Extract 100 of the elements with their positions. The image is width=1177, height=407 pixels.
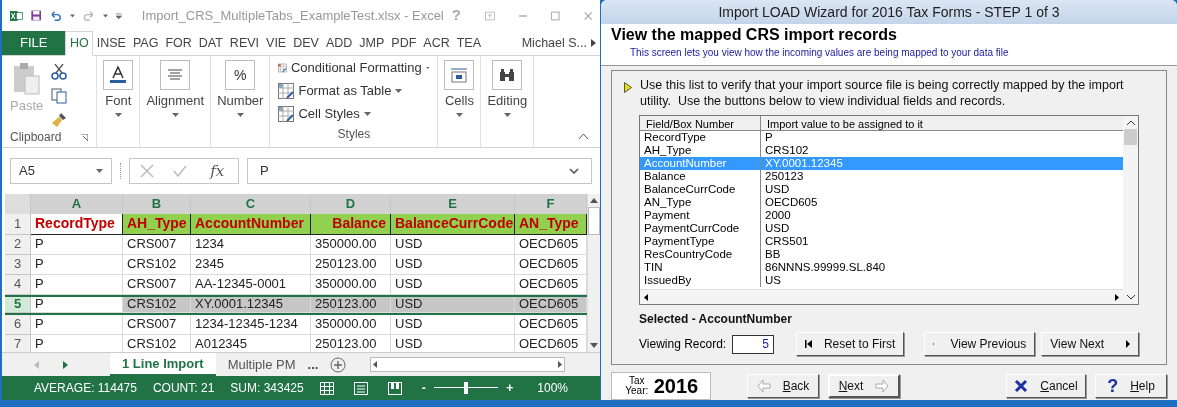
save-icon[interactable] <box>30 8 42 23</box>
page-layout-icon[interactable] <box>353 381 368 395</box>
next-sheet-icon[interactable] <box>63 360 68 369</box>
zoom-in-button[interactable]: + <box>506 379 514 397</box>
column-header[interactable]: F <box>515 194 587 214</box>
ribbon-tab[interactable]: JMP <box>355 31 388 55</box>
reset-button[interactable]: Reset to First <box>795 332 905 356</box>
ribbon-button[interactable]: Number <box>217 94 264 107</box>
list-cell[interactable]: OECD605 <box>761 196 1123 209</box>
ribbon-tab[interactable]: INSE <box>93 31 130 55</box>
ribbon-button[interactable]: Alignment <box>146 94 205 107</box>
account-name[interactable]: Michael S... <box>517 31 591 55</box>
ribbon-tab[interactable]: PDF <box>387 31 420 55</box>
scroll-up-icon[interactable] <box>590 198 598 203</box>
zoom-out-button[interactable]: - <box>421 379 426 397</box>
expand-icon[interactable] <box>569 168 579 174</box>
list-cell[interactable]: CRS102 <box>761 144 1123 157</box>
styles-menu-button[interactable]: Format as Table <box>298 80 392 101</box>
scroll-right-icon[interactable] <box>558 361 563 368</box>
slider-thumb[interactable] <box>464 382 468 394</box>
nav-button[interactable]: Cancel <box>1006 374 1086 398</box>
ribbon-tab[interactable]: VIE <box>262 31 290 55</box>
ribbon-button[interactable]: Font <box>105 94 132 107</box>
name-box[interactable]: A5 <box>10 158 112 184</box>
customize-icon[interactable] <box>116 11 122 20</box>
previous-button[interactable]: View Previous <box>924 332 1036 356</box>
list-cell[interactable]: AN_Type <box>640 196 761 209</box>
collapse-ribbon-icon[interactable] <box>579 134 588 139</box>
list-cell[interactable]: USD <box>761 222 1123 235</box>
scroll-left-icon[interactable] <box>373 361 378 368</box>
column-header[interactable]: B <box>123 194 191 214</box>
list-cell[interactable]: ResCountryCode <box>640 248 761 261</box>
ribbon-tab[interactable]: REVI <box>226 31 263 55</box>
list-cell[interactable]: P <box>761 131 1123 144</box>
list-cell[interactable]: BB <box>761 248 1123 261</box>
row-header[interactable]: 6 <box>5 314 31 335</box>
scroll-right-icon[interactable] <box>1115 293 1119 301</box>
row-header[interactable]: 1 <box>5 213 31 235</box>
row-header[interactable]: 3 <box>5 254 31 275</box>
scroll-thumb[interactable] <box>1124 129 1137 145</box>
row-header[interactable]: 5 <box>5 296 31 313</box>
scissors-icon[interactable] <box>51 64 68 80</box>
check-icon[interactable] <box>173 165 187 177</box>
dialog-launcher-icon[interactable] <box>81 133 89 141</box>
function-icon[interactable]: fx <box>206 163 229 179</box>
ribbon-tab[interactable]: ADD <box>322 31 356 55</box>
ribbon-button[interactable]: Editing <box>487 94 528 107</box>
add-sheet-icon[interactable] <box>330 356 347 373</box>
column-header[interactable]: A <box>31 194 123 214</box>
ribbon-button[interactable]: Cells <box>445 94 474 107</box>
styles-menu-button[interactable]: Cell Styles <box>298 103 360 124</box>
ribbon-tab[interactable]: TEA <box>453 31 485 55</box>
row-header[interactable]: 2 <box>5 234 31 255</box>
ribbon-tab[interactable]: DAT <box>195 31 227 55</box>
list-cell[interactable]: CRS501 <box>761 235 1123 248</box>
list-cell[interactable]: PaymentCurrCode <box>640 222 761 235</box>
ribbon-tab[interactable]: PAG <box>129 31 162 55</box>
column-header[interactable]: D <box>311 194 391 214</box>
file-tab[interactable]: FILE <box>2 31 66 55</box>
horizontal-scrollbar[interactable] <box>370 357 566 372</box>
horizontal-scrollbar[interactable] <box>640 289 1123 304</box>
nav-button[interactable]: Next <box>828 374 900 398</box>
vertical-scrollbar[interactable] <box>587 194 600 352</box>
list-cell[interactable]: 86NNNS.99999.SL.840 <box>761 261 1123 274</box>
page-break-icon[interactable] <box>387 381 402 395</box>
list-cell[interactable]: PaymentType <box>640 235 761 248</box>
normal-view-icon[interactable] <box>319 381 334 395</box>
brush-icon[interactable] <box>51 112 68 128</box>
column-header[interactable]: Import value to be assigned to it <box>761 116 1123 130</box>
sheet-tab[interactable]: 1 Line Import <box>110 353 216 376</box>
list-cell[interactable]: Balance <box>640 170 761 183</box>
vertical-scrollbar[interactable] <box>1123 116 1138 304</box>
list-cell[interactable]: 2000 <box>761 209 1123 222</box>
ribbon-tab[interactable]: FOR <box>161 31 196 55</box>
record-number-field[interactable]: 5 <box>732 334 774 354</box>
column-header[interactable]: Field/Box Number <box>640 116 761 130</box>
row-header[interactable]: 4 <box>5 274 31 295</box>
sheet-tab[interactable]: Multiple PM <box>215 353 308 376</box>
list-cell[interactable]: BalanceCurrCode <box>640 183 761 196</box>
list-cell[interactable]: 250123 <box>761 170 1123 183</box>
scroll-right-icon[interactable] <box>591 39 596 47</box>
copy-icon[interactable] <box>51 88 68 104</box>
column-header[interactable]: C <box>191 194 311 214</box>
ribbon-tab[interactable]: DEV <box>289 31 323 55</box>
list-cell[interactable]: IssuedBy <box>640 274 761 287</box>
ribbon-tab[interactable]: ACR <box>419 31 454 55</box>
styles-menu-button[interactable]: Conditional Formatting <box>290 57 422 78</box>
column-header[interactable]: E <box>391 194 515 214</box>
nav-button[interactable]: Back <box>747 374 819 398</box>
scroll-down-icon[interactable] <box>1126 295 1135 300</box>
list-cell[interactable]: Payment <box>640 209 761 222</box>
list-cell[interactable]: US <box>761 274 1123 287</box>
nav-button[interactable]: ? Help <box>1095 374 1167 398</box>
more-sheets-button[interactable]: ... <box>307 354 319 375</box>
list-cell[interactable]: RecordType <box>640 131 761 144</box>
list-cell[interactable]: USD <box>761 183 1123 196</box>
list-cell[interactable]: TIN <box>640 261 761 274</box>
zoom-slider[interactable] <box>433 382 499 394</box>
scroll-thumb[interactable] <box>588 207 600 235</box>
next-record-button[interactable]: View Next <box>1041 332 1139 356</box>
